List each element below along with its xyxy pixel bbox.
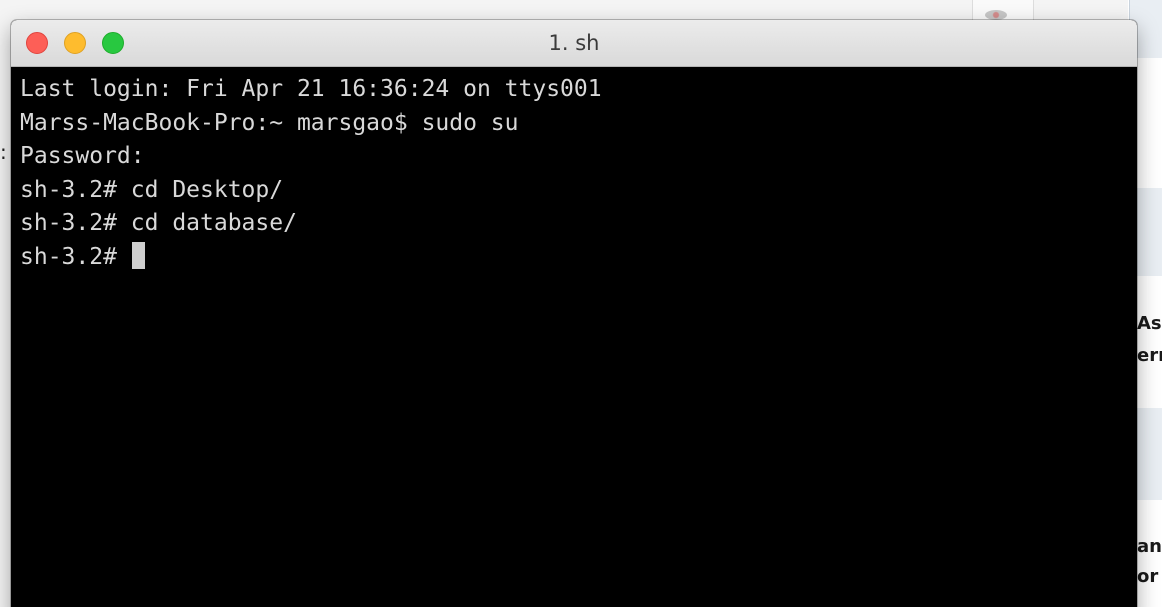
terminal-line: Last login: Fri Apr 21 16:36:24 on ttys0… xyxy=(20,76,602,102)
terminal-window[interactable]: 1. sh Last login: Fri Apr 21 16:36:24 on… xyxy=(11,20,1137,607)
background-text: err xyxy=(1137,345,1162,366)
terminal-prompt: sh-3.2# xyxy=(20,243,131,270)
terminal-line: sh-3.2# cd Desktop/ xyxy=(20,176,284,203)
backdrop-mark: : xyxy=(0,140,7,164)
background-text: or xyxy=(1137,566,1159,587)
background-text: an xyxy=(1137,536,1162,557)
terminal-line: Password: xyxy=(20,143,145,170)
title-bar[interactable]: 1. sh xyxy=(11,20,1137,67)
terminal-prompt-line[interactable]: sh-3.2# xyxy=(20,241,1137,275)
text-cursor xyxy=(131,241,145,269)
desktop: : As err an or 1. sh Last login: Fri Apr… xyxy=(0,0,1162,607)
terminal-output[interactable]: Last login: Fri Apr 21 16:36:24 on ttys0… xyxy=(11,67,1137,607)
window-title: 1. sh xyxy=(548,31,600,55)
terminal-line: sh-3.2# cd database/ xyxy=(20,210,297,237)
background-text: As xyxy=(1137,313,1162,334)
terminal-line: Marss-MacBook-Pro:~ marsgao$ sudo su xyxy=(20,109,519,136)
